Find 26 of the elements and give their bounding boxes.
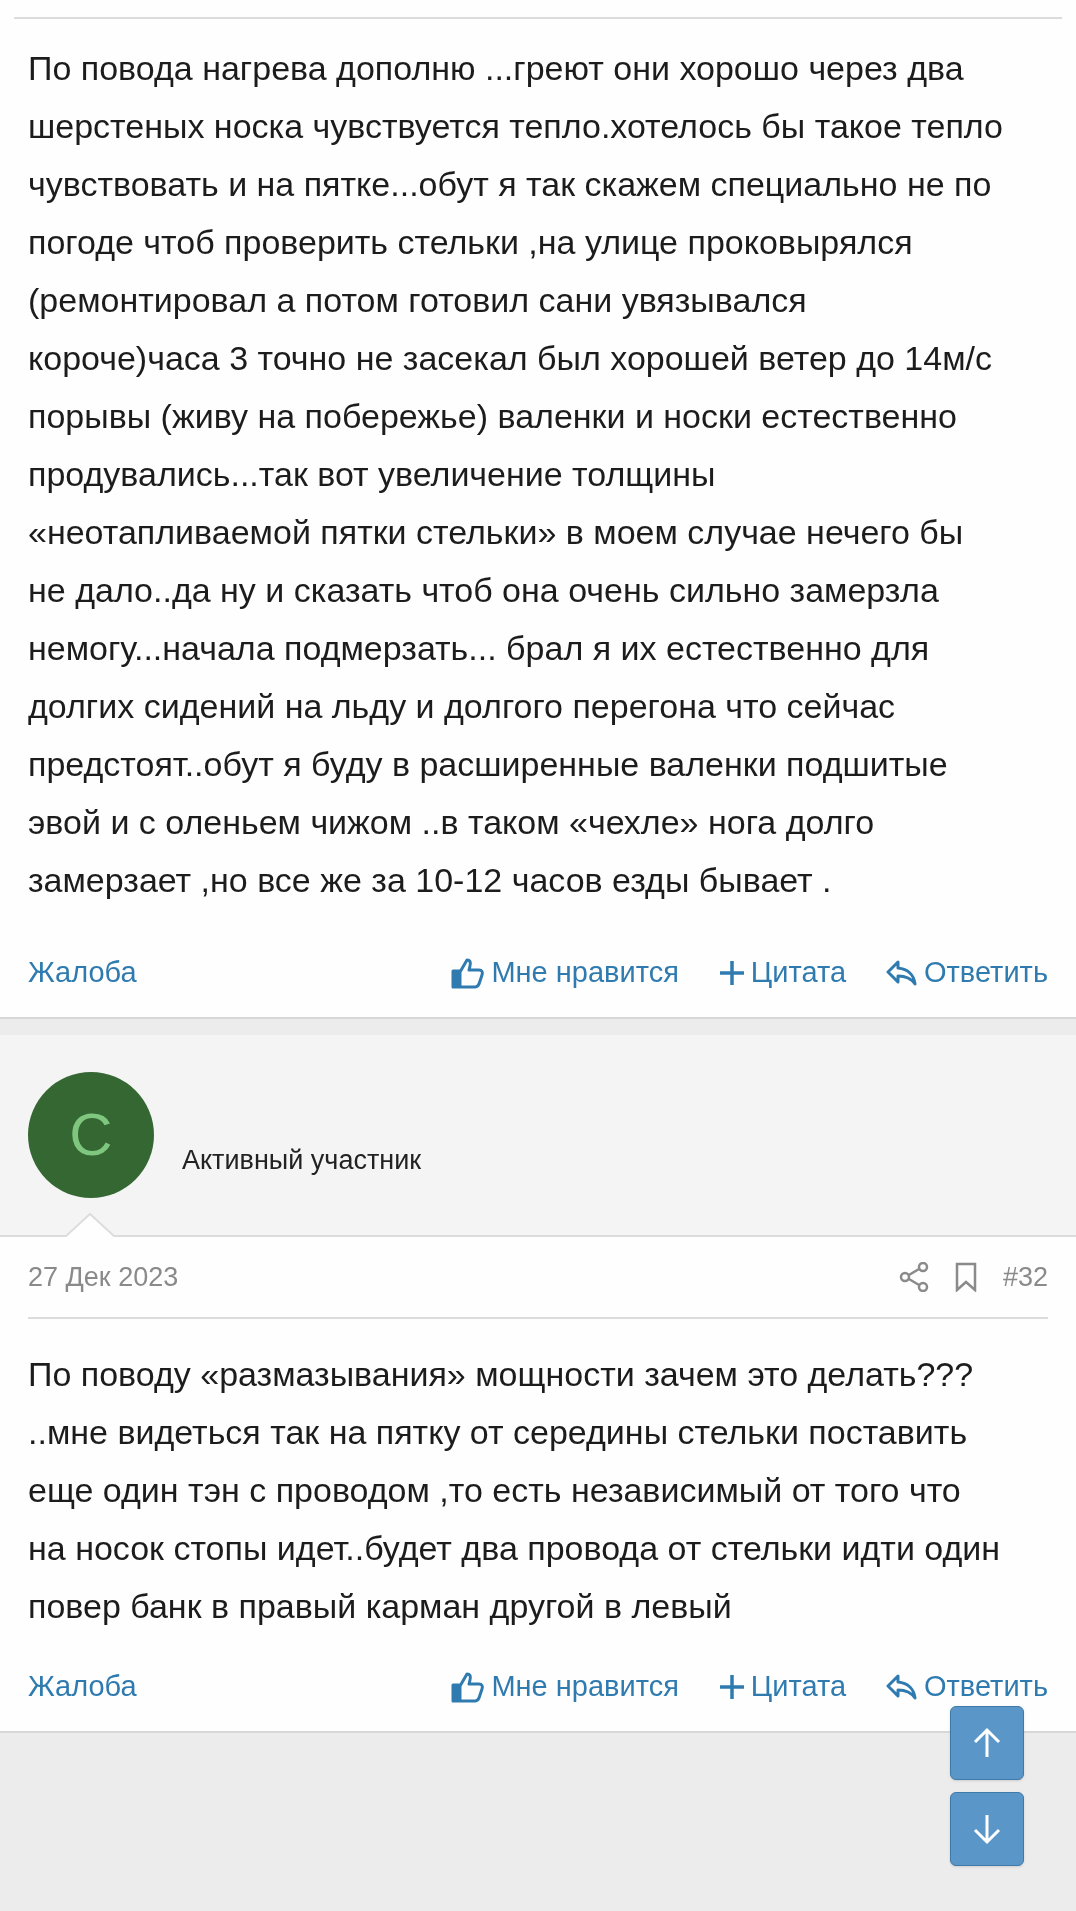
post-text: По поводу «размазывания» мощности зачем это делать??? ..мне видеться так на пятку от середины стельки поставить еще один тэн с проводом ,то есть независимый от того что на носок стопы идет..будет два провода от стельки идти один повер банк в правый карман другой в левый — [27, 1354, 1002, 1627]
plus-icon — [718, 1674, 745, 1700]
action-link[interactable]: Мне нравится — [451, 951, 679, 995]
thumbs-up-icon — [451, 1671, 486, 1703]
reply-icon — [886, 959, 919, 987]
action-link[interactable]: Цитата — [718, 1665, 847, 1709]
thumbs-up-icon — [451, 957, 486, 989]
action-link[interactable]: Жалоба — [28, 1665, 137, 1709]
action-link[interactable]: Ответить — [886, 951, 1048, 995]
arrow-up-icon — [972, 1727, 1002, 1759]
share-icon[interactable] — [898, 1262, 929, 1292]
post-number[interactable]: #32 — [1002, 1256, 1048, 1298]
scroll-down-button[interactable] — [950, 1792, 1024, 1866]
action-link[interactable]: Мне нравится — [451, 1665, 679, 1709]
user-avatar: С — [28, 1072, 154, 1198]
plus-icon — [718, 960, 745, 986]
action-link[interactable]: Жалоба — [28, 951, 137, 995]
bookmark-icon[interactable] — [954, 1262, 977, 1292]
arrow-down-icon — [972, 1813, 1002, 1845]
scroll-up-button[interactable] — [950, 1706, 1024, 1780]
user-role: Активный участник — [182, 1143, 422, 1177]
action-link[interactable]: Ответить — [886, 1665, 1048, 1709]
post-text: По повода нагрева дополню ...греют они хорошо через два шерстеных носка чувствуется тепло.хотелось бы такое тепло чувствовать и на пятке...обут я так скажем специально не по погоде чтоб проверить стельки ,на улице проковырялся (ремонтировал а потом готовил сани увязывался короче)часа 3 точно не засекал был хорошей ветер до 14м/с порывы (живу на побережье) валенки и носки естественно продувались...так вот увеличение толщины «неотапливаемой пятки стельки» в моем случае нечего бы не дало..да ну и сказать чтоб она очень сильно замерзла немогу...начала подмерзать... брал я их естественно для долгих сидений на льду и долгого перегона что сейчас предстоят..обут я буду в расширенные валенки подшитые эвой и с оленьем чижом ..в таком «чехле» нога долго замерзает ,но все же за 10-12 часов езды бывает . — [27, 48, 1004, 901]
post-date: 27 Дек 2023 — [28, 1260, 179, 1294]
reply-icon — [886, 1673, 919, 1701]
action-link[interactable]: Цитата — [718, 951, 847, 995]
